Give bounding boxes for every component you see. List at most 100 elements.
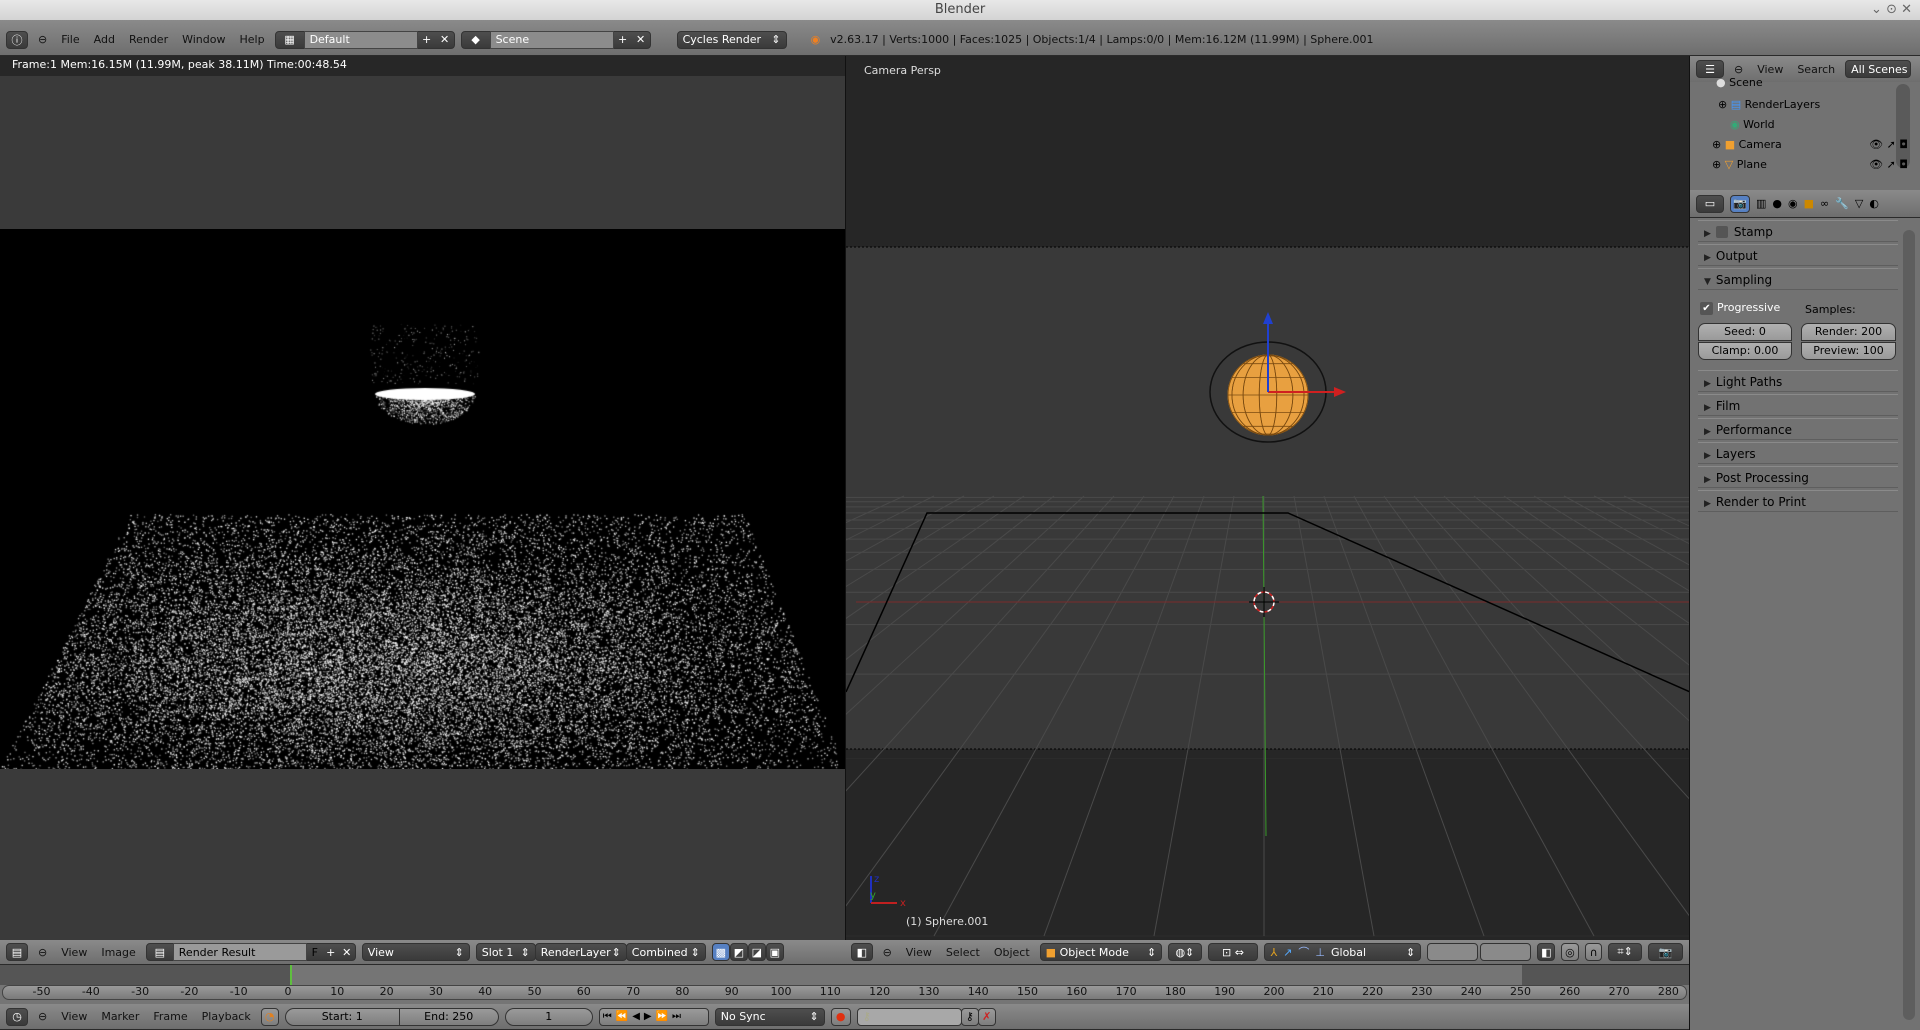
menu-frame[interactable]: Frame <box>149 1010 191 1023</box>
timeline[interactable] <box>0 965 1689 1004</box>
layout-selector[interactable]: ▦ Default + ✕ <box>275 31 455 49</box>
editor-type-timeline-icon[interactable]: ◷ <box>6 1008 28 1026</box>
modifiers-tab-icon[interactable]: 🔧 <box>1835 197 1849 210</box>
editor-type-outliner-icon[interactable]: ☰ <box>1696 60 1724 78</box>
delete-scene-icon[interactable]: ✕ <box>632 33 650 46</box>
start-frame-field[interactable]: Start: 1 <box>285 1008 400 1026</box>
new-image-icon[interactable]: + <box>323 946 339 959</box>
auto-keyframe-record-icon[interactable]: ● <box>831 1008 851 1026</box>
render-tab-icon[interactable]: 📷 <box>1730 195 1750 213</box>
menu-view[interactable]: View <box>902 946 936 959</box>
insert-keyframe-icon[interactable]: ⚷ <box>961 1008 979 1026</box>
menu-marker[interactable]: Marker <box>97 1010 143 1023</box>
menu-select[interactable]: Select <box>942 946 984 959</box>
viewport-shading-dropdown[interactable]: ◍⇕ <box>1168 943 1201 961</box>
mode-dropdown[interactable]: ■ Object Mode ⇕ <box>1040 943 1163 961</box>
menu-help[interactable]: Help <box>235 33 268 46</box>
menu-view[interactable]: View <box>57 1010 91 1023</box>
layers-grid-1[interactable] <box>1427 943 1478 961</box>
playback-controls[interactable]: ⏮ ⏪ ◀ ▶ ⏩ ⏭ <box>599 1008 709 1026</box>
menu-window[interactable]: Window <box>178 33 229 46</box>
unlink-image-icon[interactable]: ✕ <box>339 946 355 959</box>
image-name[interactable]: Render Result <box>173 943 307 961</box>
material-tab-icon[interactable]: ◐ <box>1869 197 1879 210</box>
snap-element-dropdown[interactable]: ⌗⇕ <box>1608 943 1641 961</box>
image-selector[interactable]: ▤ Render Result F + ✕ <box>146 943 356 961</box>
menu-view[interactable]: View <box>57 946 91 959</box>
render-opengl-icon[interactable]: 📷 <box>1648 943 1683 961</box>
menu-file[interactable]: File <box>57 33 83 46</box>
draw-alpha-icon[interactable]: ◪ <box>748 943 766 961</box>
object-tab-icon[interactable]: ■ <box>1804 197 1814 210</box>
pivot-point-dropdown[interactable]: ⊡ ⇔ <box>1208 943 1259 961</box>
properties-scrollbar[interactable] <box>1903 230 1915 1020</box>
outliner-item-renderlayers[interactable]: ⊕ ▤ RenderLayers <box>1718 96 1820 114</box>
editor-type-properties-icon[interactable]: ▭ <box>1696 195 1724 213</box>
collapse-icon[interactable]: ⊖ <box>34 1010 51 1023</box>
render-samples-field[interactable]: Render: 200 <box>1801 323 1896 341</box>
outliner-item-world[interactable]: ◉ World <box>1730 116 1775 134</box>
draw-zbuffer-icon[interactable]: ▣ <box>766 943 784 961</box>
scene-selector[interactable]: ◆ Scene + ✕ <box>461 31 651 49</box>
panel-stamp[interactable]: ▶ Stamp <box>1698 220 1898 242</box>
menu-image[interactable]: Image <box>97 946 139 959</box>
current-frame-marker[interactable] <box>290 965 292 985</box>
window-controls[interactable]: ⌄ ⊙ ✕ <box>1871 0 1912 20</box>
scene-tab-icon[interactable]: ● <box>1772 197 1782 210</box>
outliner-item-plane[interactable]: ⊕ ▽ Plane 👁 ➚ ◘ <box>1712 156 1908 174</box>
display-mode-dropdown[interactable]: All Scenes <box>1845 60 1911 78</box>
collapse-icon[interactable]: ⊖ <box>34 946 51 959</box>
draw-rgb-icon[interactable]: ◩ <box>730 943 748 961</box>
end-frame-field[interactable]: End: 250 <box>399 1008 499 1026</box>
panel-sampling[interactable]: ▼ Sampling <box>1698 268 1898 290</box>
editor-type-info-icon[interactable]: ⓘ <box>6 31 28 49</box>
menu-add[interactable]: Add <box>90 33 119 46</box>
panel-film[interactable]: ▶ Film <box>1698 394 1898 416</box>
layout-name[interactable]: Default <box>304 31 418 49</box>
menu-object[interactable]: Object <box>990 946 1034 959</box>
scene-name[interactable]: Scene <box>490 31 614 49</box>
menu-view[interactable]: View <box>1753 63 1787 76</box>
collapse-icon[interactable]: ⊖ <box>34 33 51 46</box>
collapse-icon[interactable]: ⊖ <box>1730 63 1747 76</box>
fake-user-button[interactable]: F <box>307 946 323 959</box>
panel-light-paths[interactable]: ▶ Light Paths <box>1698 370 1898 392</box>
progressive-checkbox[interactable]: ✔ Progressive <box>1700 301 1780 315</box>
panel-layers[interactable]: ▶ Layers <box>1698 442 1898 464</box>
manipulator-group[interactable]: ⅄ ↗ ⌒ ⊥ Global ⇕ <box>1264 943 1421 961</box>
panel-output[interactable]: ▶ Output <box>1698 244 1898 266</box>
clamp-field[interactable]: Clamp: 0.00 <box>1698 342 1792 360</box>
menu-search[interactable]: Search <box>1793 63 1839 76</box>
snap-icon[interactable]: ∩ <box>1585 943 1603 961</box>
editor-type-image-icon[interactable]: ▤ <box>6 943 28 961</box>
render-layer-dropdown[interactable]: RenderLayer ⇕ <box>535 943 627 961</box>
current-frame-field[interactable]: 1 <box>505 1008 593 1026</box>
menu-playback[interactable]: Playback <box>198 1010 255 1023</box>
panel-post-processing[interactable]: ▶ Post Processing <box>1698 466 1898 488</box>
keying-set-field[interactable]: ⚷ <box>857 1008 962 1026</box>
editor-type-3d-icon[interactable]: ◧ <box>851 943 873 961</box>
lock-layers-icon[interactable]: ◧ <box>1537 943 1555 961</box>
render-engine-dropdown[interactable]: Cycles Render ⇕ <box>677 31 787 49</box>
sync-dropdown[interactable]: No Sync ⇕ <box>715 1008 825 1026</box>
constraints-tab-icon[interactable]: ∞ <box>1820 197 1829 210</box>
slot-dropdown[interactable]: Slot 1 ⇕ <box>476 943 536 961</box>
timeline-scrollbar[interactable] <box>2 985 1687 1000</box>
seed-field[interactable]: Seed: 0 <box>1698 323 1792 341</box>
outliner-item-camera[interactable]: ⊕ ■ Camera 👁 ➚ ◘ <box>1712 136 1908 154</box>
render-result-image[interactable] <box>0 229 845 769</box>
add-layout-icon[interactable]: + <box>418 33 436 46</box>
delete-layout-icon[interactable]: ✕ <box>436 33 454 46</box>
delete-keyframe-icon[interactable]: ✗ <box>978 1008 996 1026</box>
preview-range-icon[interactable]: ◔ <box>261 1008 279 1026</box>
draw-rgba-icon[interactable]: ▩ <box>712 943 730 961</box>
stamp-checkbox[interactable] <box>1716 226 1728 238</box>
panel-render-to-print[interactable]: ▶ Render to Print <box>1698 490 1898 512</box>
add-scene-icon[interactable]: + <box>614 33 632 46</box>
data-tab-icon[interactable]: ▽ <box>1855 197 1863 210</box>
menu-render[interactable]: Render <box>125 33 172 46</box>
layers-grid-2[interactable] <box>1480 943 1531 961</box>
proportional-edit-icon[interactable]: ◎ <box>1561 943 1579 961</box>
properties-editor[interactable]: ▭ 📷 ▥ ● ◉ ■ ∞ 🔧 ▽ ◐ <box>1689 190 1920 1030</box>
outliner-item-scene[interactable]: ● Scene <box>1716 77 1763 89</box>
